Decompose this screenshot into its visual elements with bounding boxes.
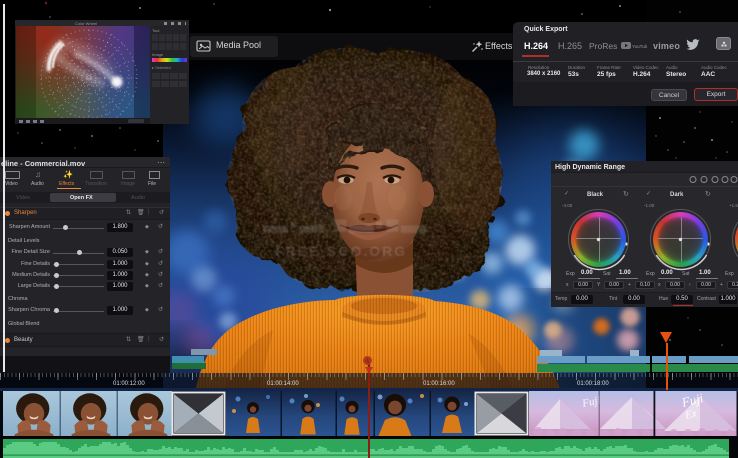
svg-text:YouTube: YouTube xyxy=(632,44,647,49)
